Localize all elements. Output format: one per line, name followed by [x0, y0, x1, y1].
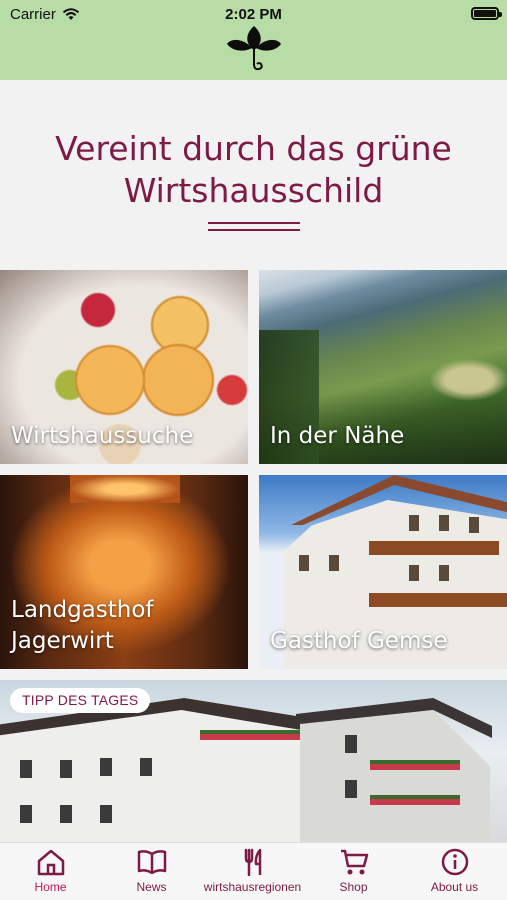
window-image	[60, 760, 72, 778]
page-headline: Vereint durch das grüne Wirtshausschild	[55, 129, 452, 210]
tile-label: Gasthof Gemse	[270, 628, 448, 654]
tab-label: News	[136, 880, 167, 894]
header-bar: Carrier 2:02 PM	[0, 0, 507, 80]
tile-label: Wirtshaussuche	[11, 423, 194, 449]
headline-divider	[208, 222, 300, 231]
tab-label: About us	[430, 880, 479, 894]
window-image	[60, 805, 72, 823]
window-image	[20, 760, 32, 778]
tipp-des-tages-badge: TIPP DES TAGES	[10, 688, 151, 713]
tab-bar: Home News wirtshausregionen Shop About u…	[0, 842, 507, 900]
window-image	[20, 805, 32, 823]
window-image	[299, 555, 309, 571]
window-image	[100, 758, 112, 776]
tile-gasthof-gemse[interactable]: Gasthof Gemse	[259, 475, 507, 669]
logo-leaf-icon	[227, 26, 281, 71]
tab-wirtshausregionen[interactable]: wirtshausregionen	[202, 848, 303, 898]
tab-label: Shop	[339, 880, 368, 894]
window-image	[439, 565, 449, 581]
tab-home[interactable]: Home	[0, 848, 101, 898]
info-icon	[441, 848, 468, 876]
flower-box-image	[200, 730, 300, 740]
tile-in-der-naehe[interactable]: In der Nähe	[259, 270, 507, 464]
fork-knife-icon	[244, 848, 261, 876]
balcony-image	[369, 541, 499, 555]
cart-icon	[340, 849, 368, 875]
home-icon	[37, 849, 64, 876]
window-image	[140, 758, 152, 776]
balcony-image	[369, 593, 507, 607]
tab-shop[interactable]: Shop	[303, 848, 404, 898]
tile-landgasthof-jagerwirt[interactable]: Landgasthof Jagerwirt	[0, 475, 248, 669]
tab-news[interactable]: News	[101, 848, 202, 898]
battery-icon	[471, 7, 502, 20]
tab-about-us[interactable]: About us	[404, 848, 505, 898]
tab-label: Home	[34, 880, 67, 894]
window-image	[345, 780, 357, 798]
headline-section: Vereint durch das grüne Wirtshausschild	[0, 80, 507, 270]
window-image	[409, 515, 419, 531]
tile-label: In der Nähe	[270, 423, 405, 449]
book-icon	[137, 850, 166, 875]
window-image	[345, 735, 357, 753]
window-image	[100, 805, 112, 823]
tile-label: Landgasthof Jagerwirt	[11, 597, 154, 654]
flower-box-image	[370, 760, 460, 770]
window-image	[439, 515, 449, 531]
flower-box-image	[370, 795, 460, 805]
building-image	[300, 710, 490, 842]
window-image	[409, 565, 419, 581]
window-image	[469, 517, 479, 533]
tile-wirtshaussuche[interactable]: Wirtshaussuche	[0, 270, 248, 464]
tab-label: wirtshausregionen	[203, 880, 302, 894]
clock: 2:02 PM	[225, 6, 282, 23]
window-image	[329, 555, 339, 571]
